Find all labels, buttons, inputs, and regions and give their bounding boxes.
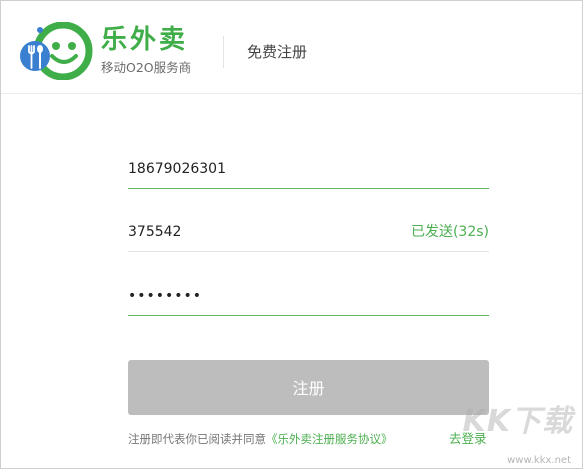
page-title: 免费注册 <box>247 43 308 61</box>
register-form: 已发送(32s) 注册 注册即代表你已阅读并同意《乐外卖注册服务协议》 去登录 <box>1 94 582 467</box>
code-sent-countdown: 已发送(32s) <box>410 224 489 240</box>
register-button[interactable]: 注册 <box>128 360 489 415</box>
login-link[interactable]: 去登录 <box>449 431 487 447</box>
agreement-link[interactable]: 《乐外卖注册服务协议》 <box>266 432 393 446</box>
phone-input[interactable] <box>128 149 388 188</box>
code-field: 已发送(32s) <box>128 212 489 252</box>
agreement-prefix: 注册即代表你已阅读并同意 <box>128 432 266 446</box>
header-divider <box>223 36 224 68</box>
brand-tagline: 移动O2O服务商 <box>101 60 192 75</box>
header: 乐外卖 移动O2O服务商 免费注册 <box>1 1 582 94</box>
verification-code-input[interactable] <box>128 212 388 251</box>
password-input[interactable] <box>128 276 388 315</box>
brand-name: 乐外卖 <box>101 25 189 55</box>
smiley-logo-icon <box>20 22 93 80</box>
phone-field <box>128 149 489 189</box>
password-field <box>128 276 489 316</box>
agreement-text: 注册即代表你已阅读并同意《乐外卖注册服务协议》 <box>128 431 393 447</box>
